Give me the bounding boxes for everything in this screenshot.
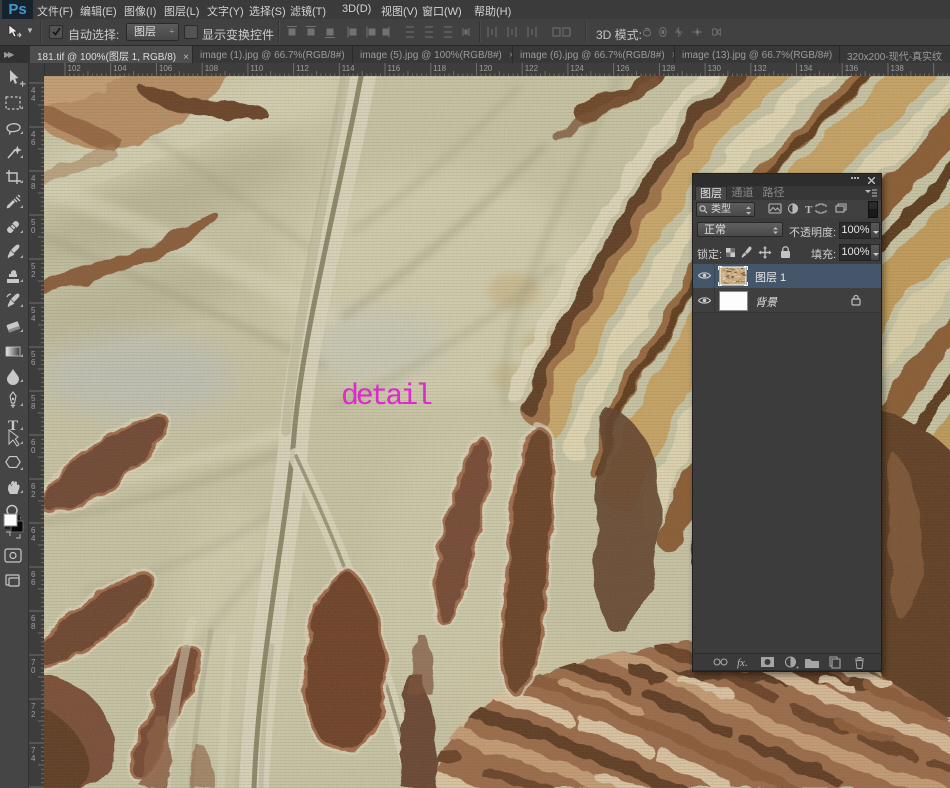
svg-text:fx.: fx. [737,657,748,669]
svg-text:6: 6 [31,578,36,587]
svg-text:134: 134 [799,64,813,73]
svg-text:116: 116 [388,64,401,73]
svg-text:132: 132 [753,64,767,73]
svg-text:138: 138 [891,64,905,73]
svg-text:108: 108 [205,64,219,73]
svg-text:T: T [8,418,18,434]
svg-text:122: 122 [525,64,539,73]
svg-text:0: 0 [31,666,36,675]
svg-text:110: 110 [250,64,263,73]
svg-text:130: 130 [708,64,722,73]
svg-text:104: 104 [113,64,127,73]
svg-text:0: 0 [31,446,36,455]
svg-text:4: 4 [31,754,36,763]
svg-text:6: 6 [31,138,36,147]
svg-text:118: 118 [433,64,446,73]
svg-text:2: 2 [31,490,36,499]
svg-text:124: 124 [570,64,584,73]
svg-text:8: 8 [31,182,36,191]
svg-text:2: 2 [31,710,36,719]
svg-text:106: 106 [159,64,173,73]
svg-text:8: 8 [31,622,36,631]
svg-text:128: 128 [662,64,676,73]
svg-text:0: 0 [31,226,36,235]
svg-text:112: 112 [296,64,309,73]
svg-text:8: 8 [31,402,36,411]
svg-text:114: 114 [342,64,355,73]
svg-text:T: T [805,204,813,215]
svg-text:120: 120 [479,64,493,73]
svg-text:4: 4 [31,314,36,323]
svg-text:126: 126 [616,64,630,73]
svg-text:6: 6 [31,358,36,367]
svg-text:2: 2 [31,270,36,279]
svg-text:4: 4 [31,94,36,103]
svg-text:136: 136 [845,64,859,73]
svg-text:102: 102 [68,64,82,73]
svg-text:4: 4 [31,534,36,543]
